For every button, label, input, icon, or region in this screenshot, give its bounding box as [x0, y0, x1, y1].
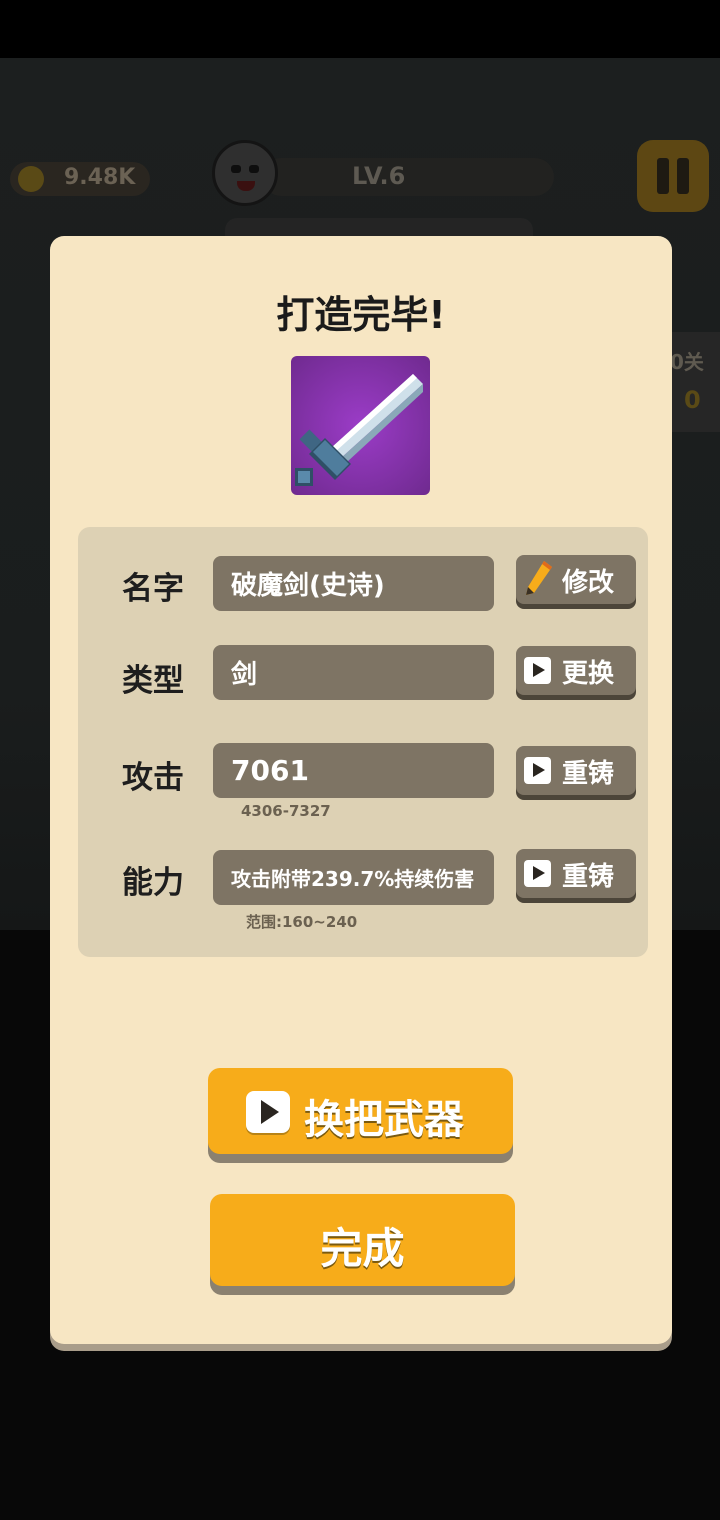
avatar-mouth [237, 181, 255, 191]
reforge-attack-button-label: 重铸 [562, 759, 615, 789]
name-field: 破魔剑(史诗) [213, 556, 494, 611]
ability-range-hint: 范围:160~240 [246, 913, 358, 931]
avatar-eye-left [231, 165, 241, 173]
play-icon [524, 860, 551, 887]
swap-weapon-button-label: 换把武器 [304, 1097, 464, 1143]
pencil-icon [526, 561, 552, 595]
rename-button[interactable]: 修改 [516, 555, 636, 604]
stage-count: 0 [684, 386, 701, 414]
avatar-eye-right [249, 165, 259, 173]
pause-icon-bar [677, 158, 689, 194]
level-bar: LV.6 [262, 158, 554, 196]
dialog-title: 打造完毕! [276, 293, 446, 337]
type-field: 剑 [213, 645, 494, 700]
change-type-button[interactable]: 更换 [516, 646, 636, 695]
pixel-sword-icon [295, 374, 423, 486]
done-button-label: 完成 [320, 1224, 405, 1273]
reforge-ability-button-label: 重铸 [562, 862, 615, 892]
attack-range-hint: 4306-7327 [241, 802, 331, 820]
reforge-attack-button[interactable]: 重铸 [516, 746, 636, 795]
level-value: LV.6 [352, 162, 406, 190]
name-label: 名字 [122, 571, 184, 607]
avatar [212, 140, 278, 206]
weapon-stats-panel: 名字 破魔剑(史诗) 修改 类型 剑 更换 攻击 7061 重铸 4306-73… [78, 527, 648, 957]
forge-complete-dialog: 打造完毕! 名字 破魔剑(史诗) 修改 类型 剑 更换 攻击 7061 重铸 4… [50, 236, 672, 1344]
coin-value: 9.48K [64, 165, 136, 190]
weapon-image [291, 356, 430, 495]
stage-label: 0关 [670, 350, 704, 374]
play-icon [524, 757, 551, 784]
coin-icon [18, 166, 44, 192]
play-icon [246, 1091, 290, 1133]
change-type-button-label: 更换 [562, 659, 615, 689]
status-bar-area [0, 0, 720, 58]
attack-label: 攻击 [122, 760, 184, 796]
attack-field: 7061 [213, 743, 494, 798]
pause-button[interactable] [637, 140, 709, 212]
ability-label: 能力 [122, 865, 184, 901]
type-label: 类型 [122, 663, 184, 699]
swap-weapon-button[interactable]: 换把武器 [208, 1068, 513, 1154]
ability-field: 攻击附带239.7%持续伤害 [213, 850, 494, 905]
reforge-ability-button[interactable]: 重铸 [516, 849, 636, 898]
done-button[interactable]: 完成 [210, 1194, 515, 1286]
rename-button-label: 修改 [562, 568, 615, 598]
play-icon [524, 657, 551, 684]
pause-icon [657, 158, 669, 194]
coin-counter: 9.48K [10, 162, 150, 196]
